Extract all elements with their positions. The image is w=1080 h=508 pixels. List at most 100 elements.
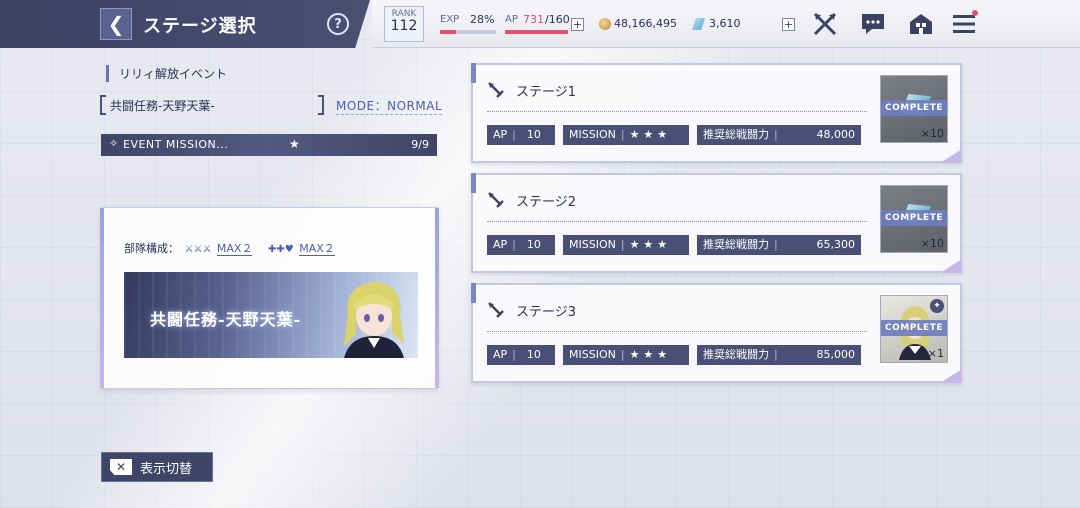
ap-cost-value: 10	[526, 238, 541, 251]
display-switch-button[interactable]: ✕ 表示切替	[101, 452, 213, 482]
ap-bar	[505, 30, 568, 34]
recommended-power-value: 48,000	[816, 128, 856, 141]
new-badge-icon: ✦	[930, 299, 944, 313]
display-switch-label: 表示切替	[140, 461, 193, 477]
gem-count: 3,610	[709, 17, 741, 30]
card-corner-accent	[471, 173, 476, 193]
mission-stars-pill: MISSION | ★★★	[563, 345, 689, 365]
party-composition: 部隊構成： ⚔⚔⚔ MAX２ ✚✚♥ MAX２	[124, 240, 412, 258]
exp-bar	[440, 30, 496, 34]
switch-icon: ✕	[110, 459, 132, 475]
mission-label: MISSION	[569, 238, 616, 251]
group2-max: MAX２	[299, 242, 335, 256]
ap-cost-label: AP	[493, 128, 508, 141]
complete-badge: COMPLETE	[881, 320, 947, 336]
ap-cost-value: 10	[526, 348, 541, 361]
weapon-type-icons: ⚔⚔⚔	[184, 244, 212, 255]
mission-stars: ★★★	[629, 128, 672, 141]
recommended-power-label: 推奨総戦闘力	[703, 348, 769, 361]
card-corner-triangle	[940, 149, 962, 163]
mission-stars-pill: MISSION | ★★★	[563, 235, 689, 255]
stage-sword-icon	[487, 191, 505, 213]
mission-label: MISSION	[569, 348, 616, 361]
group1-max: MAX２	[216, 242, 253, 256]
mission-stars: ★★★	[629, 348, 672, 361]
ap-cost-value: 10	[526, 128, 541, 141]
mode-toggle[interactable]: MODE：NORMAL	[336, 97, 443, 115]
sparkle-icon: ✧	[109, 137, 119, 150]
complete-badge: COMPLETE	[881, 210, 947, 226]
back-button[interactable]: ❮	[100, 8, 132, 40]
complete-badge: COMPLETE	[881, 100, 947, 116]
recommended-power-pill: 推奨総戦闘力 | 65,300	[697, 235, 861, 255]
card-edge-right	[435, 208, 439, 388]
reward-slot[interactable]: COMPLETE ×10	[880, 185, 948, 253]
mission-name: 共闘任務-天野天葉-	[110, 99, 215, 113]
recommended-power-label: 推奨総戦闘力	[703, 128, 769, 141]
stage-divider	[487, 111, 867, 112]
coin-icon	[599, 18, 611, 30]
reward-slot[interactable]: COMPLETE ×1 ✦	[880, 295, 948, 363]
top-bar: ❮ ステージ選択 ? RANK 112 EXP 28% AP 731 /160 …	[0, 0, 1080, 48]
stage-sword-icon	[487, 301, 505, 323]
card-corner-triangle	[940, 259, 962, 273]
ap-cost-pill: AP | 10	[487, 345, 555, 365]
card-edge-left	[100, 208, 104, 388]
exp-label: EXP	[440, 14, 460, 25]
recommended-power-pill: 推奨総戦闘力 | 48,000	[697, 125, 861, 145]
notification-dot	[972, 10, 978, 16]
party-card[interactable]: 部隊構成： ⚔⚔⚔ MAX２ ✚✚♥ MAX２ 共闘任務-天野天葉-	[100, 207, 439, 389]
rank-badge: RANK 112	[384, 6, 424, 42]
help-button[interactable]: ?	[327, 13, 349, 35]
ap-cost-label: AP	[493, 348, 508, 361]
recommended-power-value: 65,300	[816, 238, 856, 251]
reward-quantity: ×1	[927, 347, 944, 360]
mission-stars: ★★★	[629, 238, 672, 251]
banner-title: 共闘任務-天野天葉-	[150, 310, 302, 329]
ap-current: 731	[523, 13, 544, 26]
gem-plus-button[interactable]: +	[782, 18, 795, 31]
reward-quantity: ×10	[920, 237, 944, 250]
coin-count: 48,166,495	[614, 17, 677, 30]
reward-slot[interactable]: COMPLETE ×10	[880, 75, 948, 143]
ap-cost-label: AP	[493, 238, 508, 251]
exp-percent: 28%	[470, 13, 495, 26]
stage-divider	[487, 331, 867, 332]
stage-card-3[interactable]: ステージ3 AP | 10 MISSION | ★★★ 推奨総戦闘力 | 85,000 CO…	[471, 283, 962, 383]
bracket-right	[318, 95, 324, 115]
event-mission-count: 9/9	[411, 138, 429, 151]
ap-label: AP	[505, 14, 518, 25]
stage-card-1[interactable]: ステージ1 AP | 10 MISSION | ★★★ 推奨総戦闘力 | 48,000 CO…	[471, 63, 962, 163]
home-icon[interactable]	[907, 10, 935, 38]
stage-sword-icon	[487, 81, 505, 103]
event-banner: 共闘任務-天野天葉-	[124, 272, 418, 358]
character-portrait	[344, 282, 404, 358]
rank-value: 112	[390, 18, 418, 34]
chevron-left-icon: ❮	[107, 12, 125, 36]
ap-cost-pill: AP | 10	[487, 125, 555, 145]
card-corner-accent	[471, 283, 476, 303]
event-category-label: リリィ解放イベント	[106, 65, 227, 82]
ap-plus-button[interactable]: +	[571, 18, 584, 31]
star-icon: ★	[289, 137, 300, 151]
stage-divider	[487, 221, 867, 222]
page-title: ステージ選択	[143, 16, 257, 37]
event-mission-label: EVENT MISSION...	[123, 138, 229, 151]
ap-max: /160	[545, 13, 570, 26]
recommended-power-pill: 推奨総戦闘力 | 85,000	[697, 345, 861, 365]
stage-card-2[interactable]: ステージ2 AP | 10 MISSION | ★★★ 推奨総戦闘力 | 65,300 CO…	[471, 173, 962, 273]
exp-bar-fill	[440, 30, 456, 34]
event-mission-bar[interactable]: ✧ EVENT MISSION... ★ 9/9	[101, 134, 437, 156]
battle-icon[interactable]	[811, 10, 839, 38]
reward-quantity: ×10	[920, 127, 944, 140]
stage-name: ステージ2	[516, 195, 577, 210]
stage-name: ステージ3	[516, 305, 577, 320]
chat-icon[interactable]	[859, 10, 887, 38]
stage-name: ステージ1	[516, 85, 577, 100]
ap-bar-fill	[505, 30, 568, 34]
recommended-power-label: 推奨総戦闘力	[703, 238, 769, 251]
bracket-left	[100, 95, 106, 115]
recommended-power-value: 85,000	[816, 348, 856, 361]
ap-cost-pill: AP | 10	[487, 235, 555, 255]
mission-label: MISSION	[569, 128, 616, 141]
